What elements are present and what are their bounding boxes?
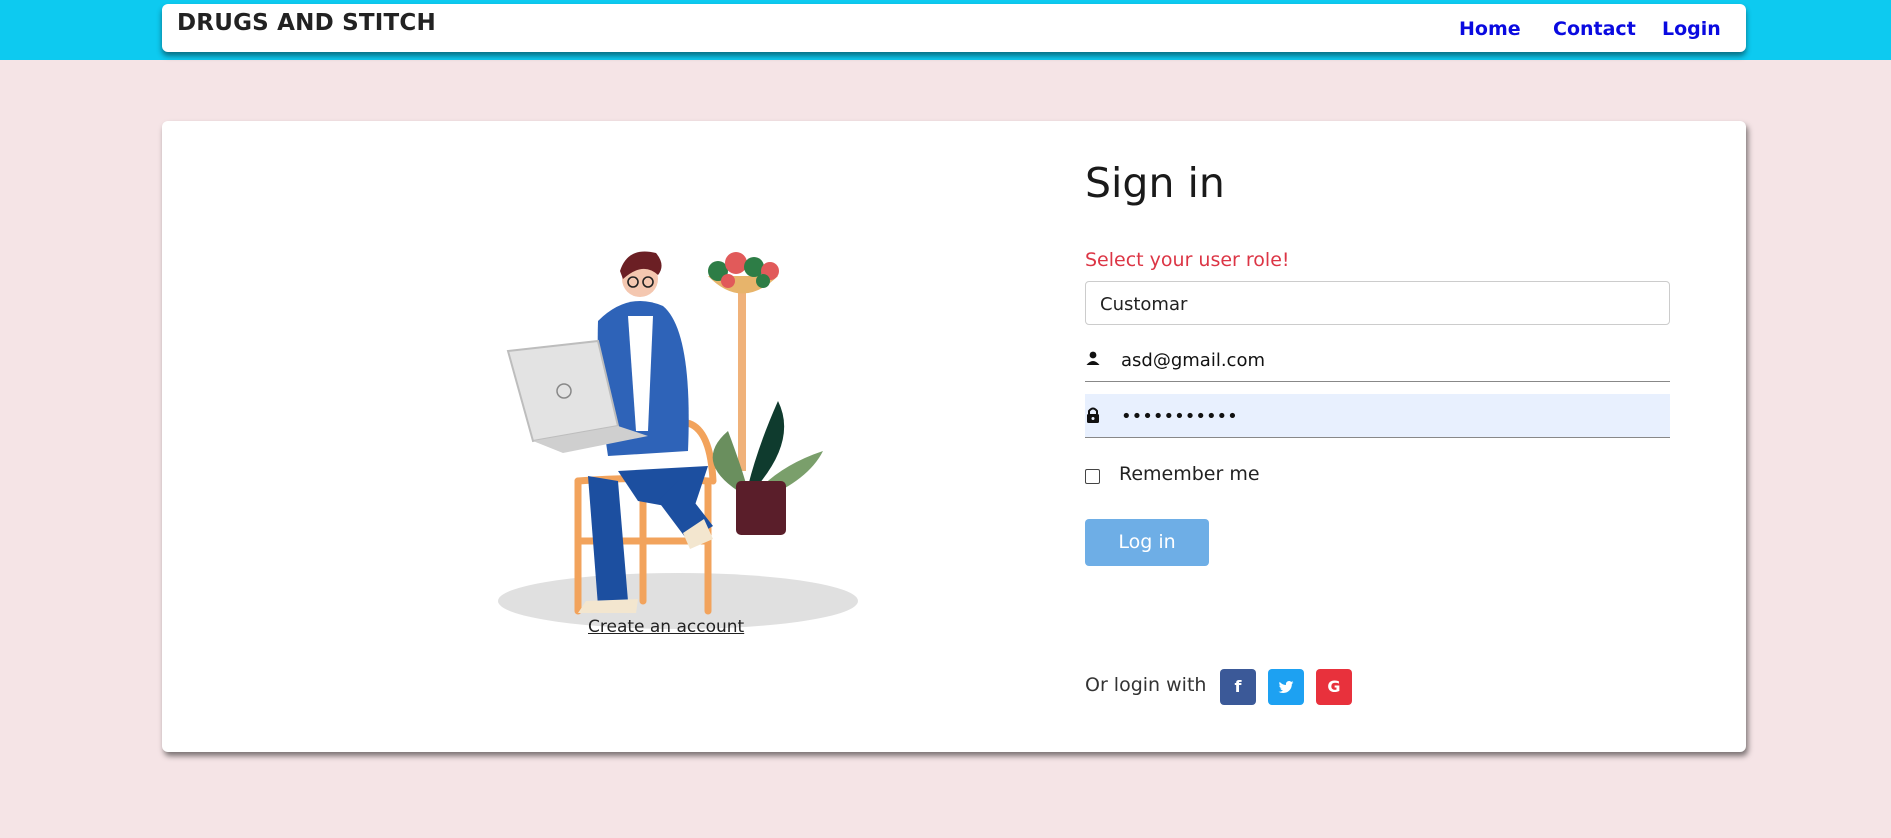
nav-login[interactable]: Login — [1662, 18, 1721, 40]
role-select-value: Customar — [1100, 294, 1188, 315]
signin-card: Create an account Sign in Select your us… — [162, 121, 1746, 752]
email-field[interactable]: asd@gmail.com — [1085, 338, 1670, 382]
user-icon — [1086, 351, 1100, 365]
create-account-link[interactable]: Create an account — [588, 617, 744, 637]
google-icon[interactable]: G — [1316, 669, 1352, 705]
role-label: Select your user role! — [1085, 249, 1290, 271]
or-login-with: Or login with — [1085, 674, 1207, 696]
login-button[interactable]: Log in — [1085, 519, 1209, 566]
nav-contact[interactable]: Contact — [1553, 18, 1636, 40]
twitter-icon[interactable] — [1268, 669, 1304, 705]
email-value: asd@gmail.com — [1121, 350, 1265, 371]
navbar: DRUGS AND STITCH Home Contact Login — [162, 4, 1746, 52]
password-value: ••••••••••• — [1121, 406, 1238, 427]
lock-icon — [1087, 407, 1099, 423]
signin-illustration — [498, 251, 858, 629]
facebook-icon[interactable]: f — [1220, 669, 1256, 705]
role-select[interactable]: Customar — [1085, 281, 1670, 325]
remember-checkbox[interactable] — [1085, 469, 1100, 484]
password-field[interactable]: ••••••••••• — [1085, 394, 1670, 438]
brand-logo[interactable]: DRUGS AND STITCH — [177, 10, 436, 36]
remember-label: Remember me — [1119, 463, 1260, 485]
nav-home[interactable]: Home — [1459, 18, 1521, 40]
page-title: Sign in — [1085, 159, 1225, 207]
